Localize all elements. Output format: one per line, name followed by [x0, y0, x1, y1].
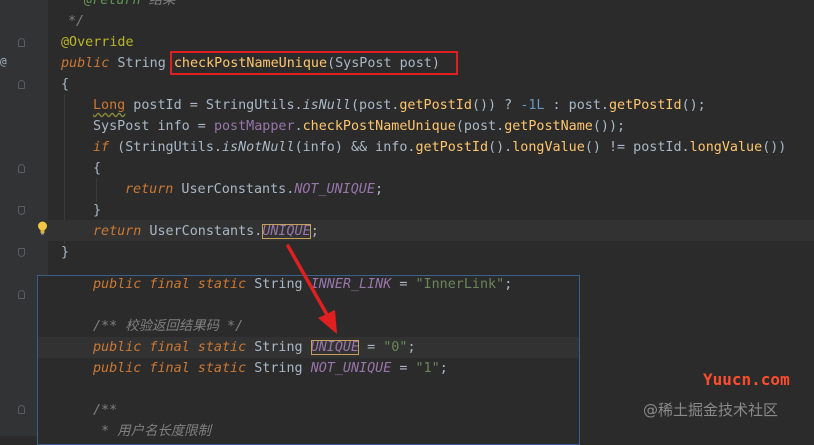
- fold-marker-icon[interactable]: [18, 38, 25, 47]
- juejin-watermark: @稀土掘金技术社区: [643, 401, 779, 419]
- yuucn-watermark: Yuucn.com: [703, 370, 790, 389]
- fold-marker-icon[interactable]: [18, 290, 25, 299]
- code-line[interactable]: Long postId = StringUtils.isNull(post.ge…: [93, 95, 706, 116]
- fold-marker-icon[interactable]: [18, 405, 25, 414]
- code-line[interactable]: {: [93, 158, 101, 179]
- lightbulb-icon[interactable]: [37, 221, 48, 235]
- code-line[interactable]: @Override: [61, 32, 134, 53]
- popup-code-line[interactable]: /** 校验返回结果码 */: [93, 316, 243, 337]
- code-line[interactable]: */: [68, 11, 84, 32]
- fold-marker-icon[interactable]: [18, 248, 25, 257]
- method-name-annotation-box: [170, 51, 458, 75]
- code-line[interactable]: return UserConstants.UNIQUE;: [93, 221, 319, 242]
- code-line[interactable]: return UserConstants.NOT_UNIQUE;: [125, 179, 383, 200]
- popup-code-line[interactable]: * 用户名长度限制: [93, 421, 211, 442]
- red-arrow-annotation: [286, 244, 337, 334]
- popup-code-line[interactable]: /**: [93, 400, 117, 421]
- code-line[interactable]: * @return 结果: [68, 0, 175, 11]
- code-line[interactable]: }: [61, 242, 69, 263]
- fold-marker-icon[interactable]: [18, 80, 25, 89]
- popup-code-line[interactable]: public final static String NOT_UNIQUE = …: [93, 358, 448, 379]
- unique-usage-highlight[interactable]: UNIQUE: [262, 224, 311, 239]
- code-line[interactable]: if (StringUtils.isNotNull(info) && info.…: [93, 137, 786, 158]
- code-line[interactable]: {: [61, 74, 69, 95]
- unique-definition-highlight[interactable]: UNIQUE: [310, 340, 360, 355]
- override-gutter-icon[interactable]: @: [0, 55, 7, 68]
- fold-marker-icon[interactable]: [18, 164, 25, 173]
- code-line[interactable]: SysPost info = postMapper.checkPostNameU…: [93, 116, 625, 137]
- code-line[interactable]: }: [93, 200, 101, 221]
- popup-code-line[interactable]: public final static String UNIQUE = "0";: [93, 337, 416, 358]
- indent-guide: [96, 178, 97, 202]
- fold-marker-icon[interactable]: [18, 206, 25, 215]
